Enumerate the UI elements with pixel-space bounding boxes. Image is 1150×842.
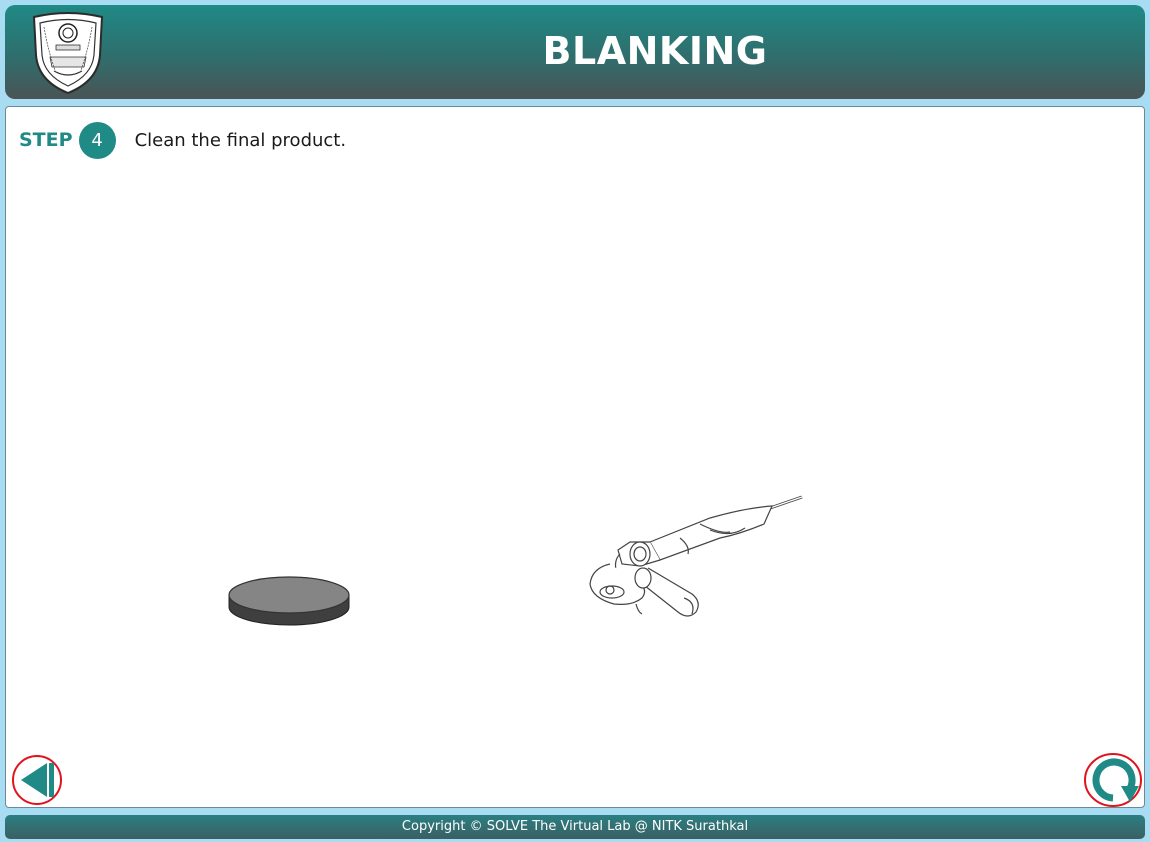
step-instruction: Clean the final product.	[134, 129, 347, 151]
footer-copyright: Copyright © SOLVE The Virtual Lab @ NITK…	[5, 815, 1145, 839]
page-title: BLANKING	[542, 29, 768, 73]
angle-grinder[interactable]	[580, 494, 808, 624]
header-bar: BLANKING	[5, 5, 1145, 99]
reset-button[interactable]	[1083, 752, 1143, 808]
step-label: STEP	[19, 129, 73, 151]
simulation-panel: STEP 4 Clean the final product.	[5, 106, 1145, 808]
back-button[interactable]	[11, 754, 63, 806]
step-number-badge: 4	[78, 121, 116, 159]
blank-disc[interactable]	[226, 573, 352, 633]
step-indicator: STEP 4 Clean the final product.	[19, 121, 346, 159]
